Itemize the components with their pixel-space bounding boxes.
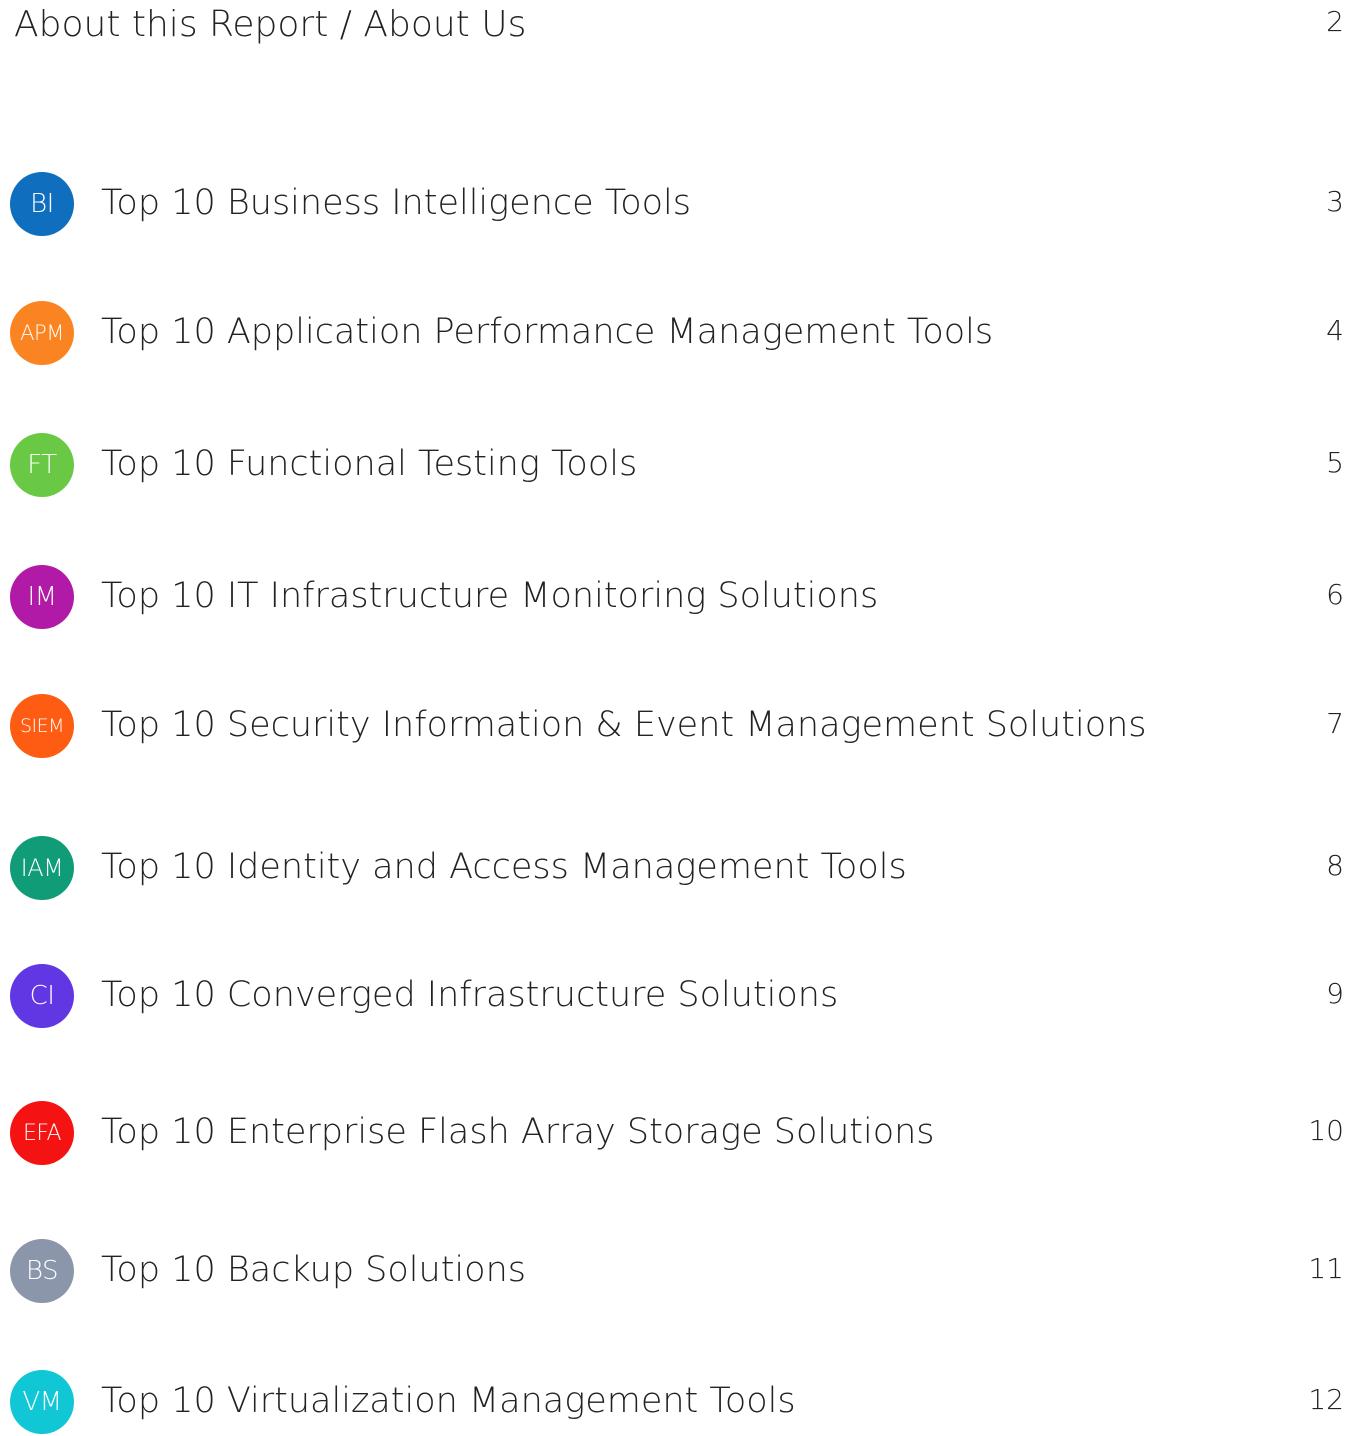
iam-badge-icon: IAM bbox=[10, 836, 74, 900]
siem-badge-icon: SIEM bbox=[10, 694, 74, 758]
toc-page-number: 7 bbox=[1326, 707, 1344, 740]
toc-page-number: 5 bbox=[1326, 446, 1344, 479]
toc-page-number: 8 bbox=[1326, 849, 1344, 882]
toc-page-number: 12 bbox=[1308, 1383, 1344, 1416]
toc-entry-bs[interactable]: BS Top 10 Backup Solutions 11 bbox=[0, 1235, 1363, 1305]
toc-page-number: 11 bbox=[1308, 1252, 1344, 1285]
toc-entry-title[interactable]: Top 10 IT Infrastructure Monitoring Solu… bbox=[101, 575, 878, 617]
toc-page-number: 9 bbox=[1326, 977, 1344, 1010]
toc-entry-title[interactable]: Top 10 Business Intelligence Tools bbox=[101, 182, 691, 224]
toc-entry-title[interactable]: Top 10 Virtualization Management Tools bbox=[101, 1380, 796, 1422]
vm-badge-icon: VM bbox=[10, 1370, 74, 1434]
toc-entry-title[interactable]: Top 10 Identity and Access Management To… bbox=[101, 846, 907, 888]
toc-page-number: 10 bbox=[1308, 1114, 1344, 1147]
toc-entry-vm[interactable]: VM Top 10 Virtualization Management Tool… bbox=[0, 1366, 1363, 1436]
toc-entry-title[interactable]: Top 10 Backup Solutions bbox=[101, 1249, 526, 1291]
toc-entry-title[interactable]: Top 10 Converged Infrastructure Solution… bbox=[101, 974, 838, 1016]
toc-entry-siem[interactable]: SIEM Top 10 Security Information & Event… bbox=[0, 690, 1363, 760]
bs-badge-icon: BS bbox=[10, 1239, 74, 1303]
toc-entry-bi[interactable]: BI Top 10 Business Intelligence Tools 3 bbox=[0, 168, 1363, 238]
efa-badge-icon: EFA bbox=[10, 1101, 74, 1165]
toc-entry-title[interactable]: Top 10 Security Information & Event Mana… bbox=[101, 704, 1147, 746]
apm-badge-icon: APM bbox=[10, 301, 74, 365]
about-page-number: 2 bbox=[1326, 5, 1344, 38]
ft-badge-icon: FT bbox=[10, 433, 74, 497]
toc-entry-title[interactable]: Top 10 Application Performance Managemen… bbox=[101, 311, 993, 353]
toc-page-number: 4 bbox=[1326, 314, 1344, 347]
toc-entry-ci[interactable]: CI Top 10 Converged Infrastructure Solut… bbox=[0, 960, 1363, 1030]
ci-badge-icon: CI bbox=[10, 964, 74, 1028]
bi-badge-icon: BI bbox=[10, 172, 74, 236]
toc-entry-efa[interactable]: EFA Top 10 Enterprise Flash Array Storag… bbox=[0, 1097, 1363, 1167]
toc-page-number: 3 bbox=[1326, 185, 1344, 218]
toc-entry-apm[interactable]: APM Top 10 Application Performance Manag… bbox=[0, 297, 1363, 367]
toc-entry-title[interactable]: Top 10 Enterprise Flash Array Storage So… bbox=[101, 1111, 935, 1153]
toc-entry-iam[interactable]: IAM Top 10 Identity and Access Managemen… bbox=[0, 832, 1363, 902]
toc-page-number: 6 bbox=[1326, 578, 1344, 611]
toc-entry-title[interactable]: Top 10 Functional Testing Tools bbox=[101, 443, 637, 485]
im-badge-icon: IM bbox=[10, 565, 74, 629]
toc-entry-im[interactable]: IM Top 10 IT Infrastructure Monitoring S… bbox=[0, 561, 1363, 631]
about-report-link[interactable]: About this Report / About Us bbox=[14, 4, 526, 46]
toc-entry-ft[interactable]: FT Top 10 Functional Testing Tools 5 bbox=[0, 429, 1363, 499]
